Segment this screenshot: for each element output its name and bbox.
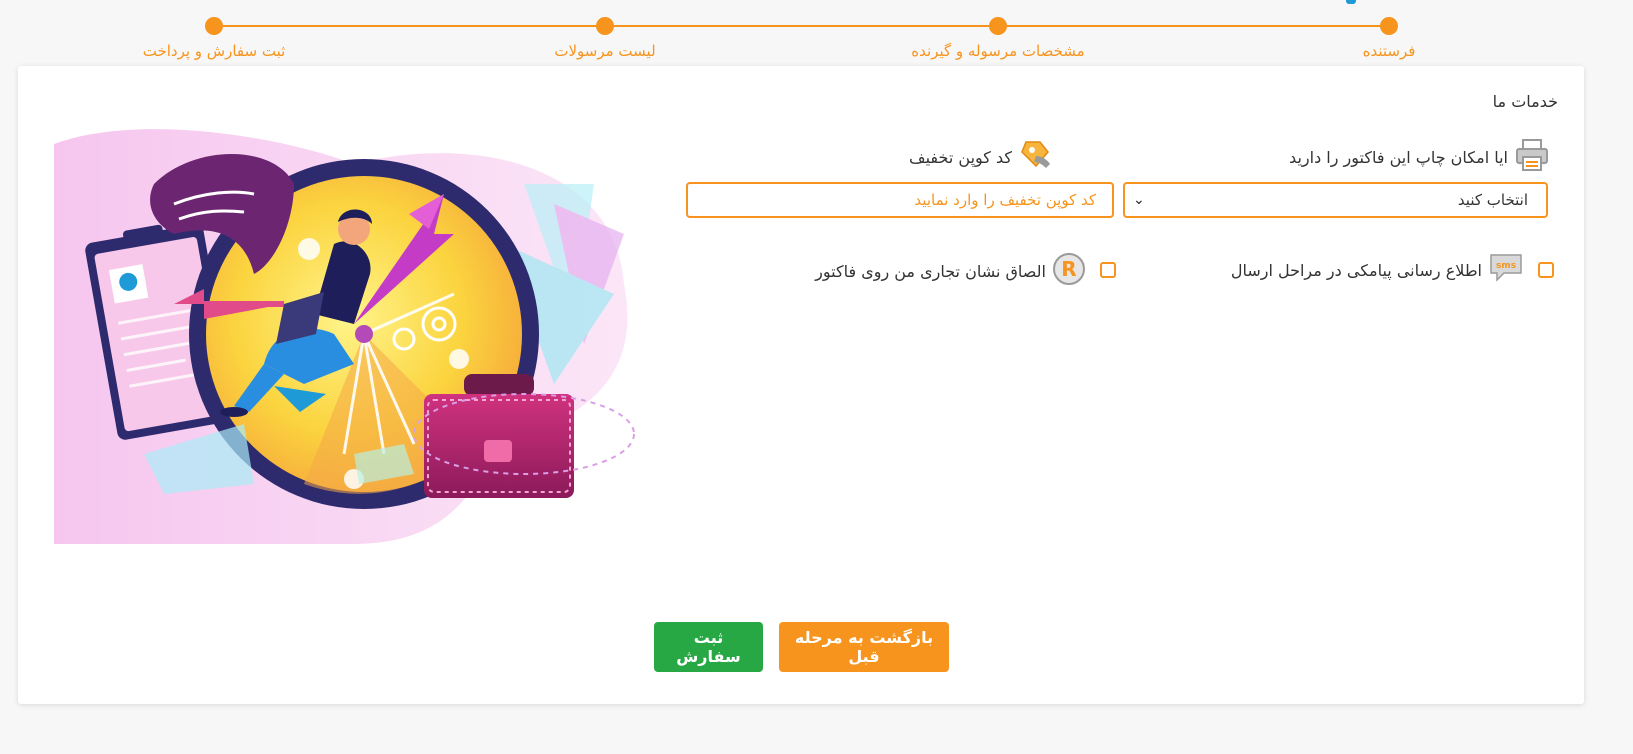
print-invoice-label: ایا امکان چاپ این فاکتور را دارید [1289,138,1550,176]
step-label-sender[interactable]: فرستنده [1363,42,1416,60]
step-dot-shipment-details[interactable] [989,17,1007,35]
stepper-line [214,25,1388,27]
coupon-input[interactable] [686,182,1114,218]
back-button[interactable]: بازگشت به مرحله قبل [779,622,949,672]
submit-order-button[interactable]: ثبت سفارش [654,622,763,672]
svg-text:sms: sms [1496,261,1516,271]
trademark-checkbox[interactable] [1100,262,1116,278]
sms-notify-label[interactable]: sms اطلاع رسانی پیامکی در مراحل ارسال [1231,252,1524,288]
chevron-down-icon: ⌄ [1133,192,1145,208]
section-title: خدمات ما [1492,92,1558,111]
printer-icon [1514,138,1550,176]
registered-trademark-icon: R [1052,252,1086,290]
sms-notify-text: اطلاع رسانی پیامکی در مراحل ارسال [1230,260,1482,280]
step-label-order-payment[interactable]: ثبت سفارش و پرداخت [143,42,286,60]
trademark-label[interactable]: R الصاق نشان تجاری من روی فاکتور [815,252,1086,290]
step-dot-shipment-list[interactable] [596,17,614,35]
coupon-text: کد کوپن تخفیف [909,147,1012,167]
services-illustration [54,129,635,544]
trademark-text: الصاق نشان تجاری من روی فاکتور [815,261,1046,281]
coupon-label: کد کوپن تخفیف [909,138,1054,176]
print-invoice-text: ایا امکان چاپ این فاکتور را دارید [1289,147,1508,167]
step-dot-sender[interactable] [1380,17,1398,35]
step-label-shipment-details[interactable]: مشخصات مرسوله و گیرنده [911,42,1084,60]
services-card: خدمات ما ایا امکان چاپ این فاکتور را دار… [18,66,1584,704]
step-label-shipment-list[interactable]: لیست مرسولات [554,42,655,60]
sms-icon: sms [1488,252,1524,288]
coupon-icon [1018,138,1054,176]
svg-text:R: R [1061,257,1076,281]
progress-stepper: فرستنده مشخصات مرسوله و گیرنده لیست مرسو… [0,0,1633,66]
step-dot-order-payment[interactable] [205,17,223,35]
print-invoice-select[interactable]: انتخاب کنید ⌄ [1123,182,1548,218]
sms-notify-checkbox[interactable] [1538,262,1554,278]
select-value: انتخاب کنید [1457,191,1528,209]
